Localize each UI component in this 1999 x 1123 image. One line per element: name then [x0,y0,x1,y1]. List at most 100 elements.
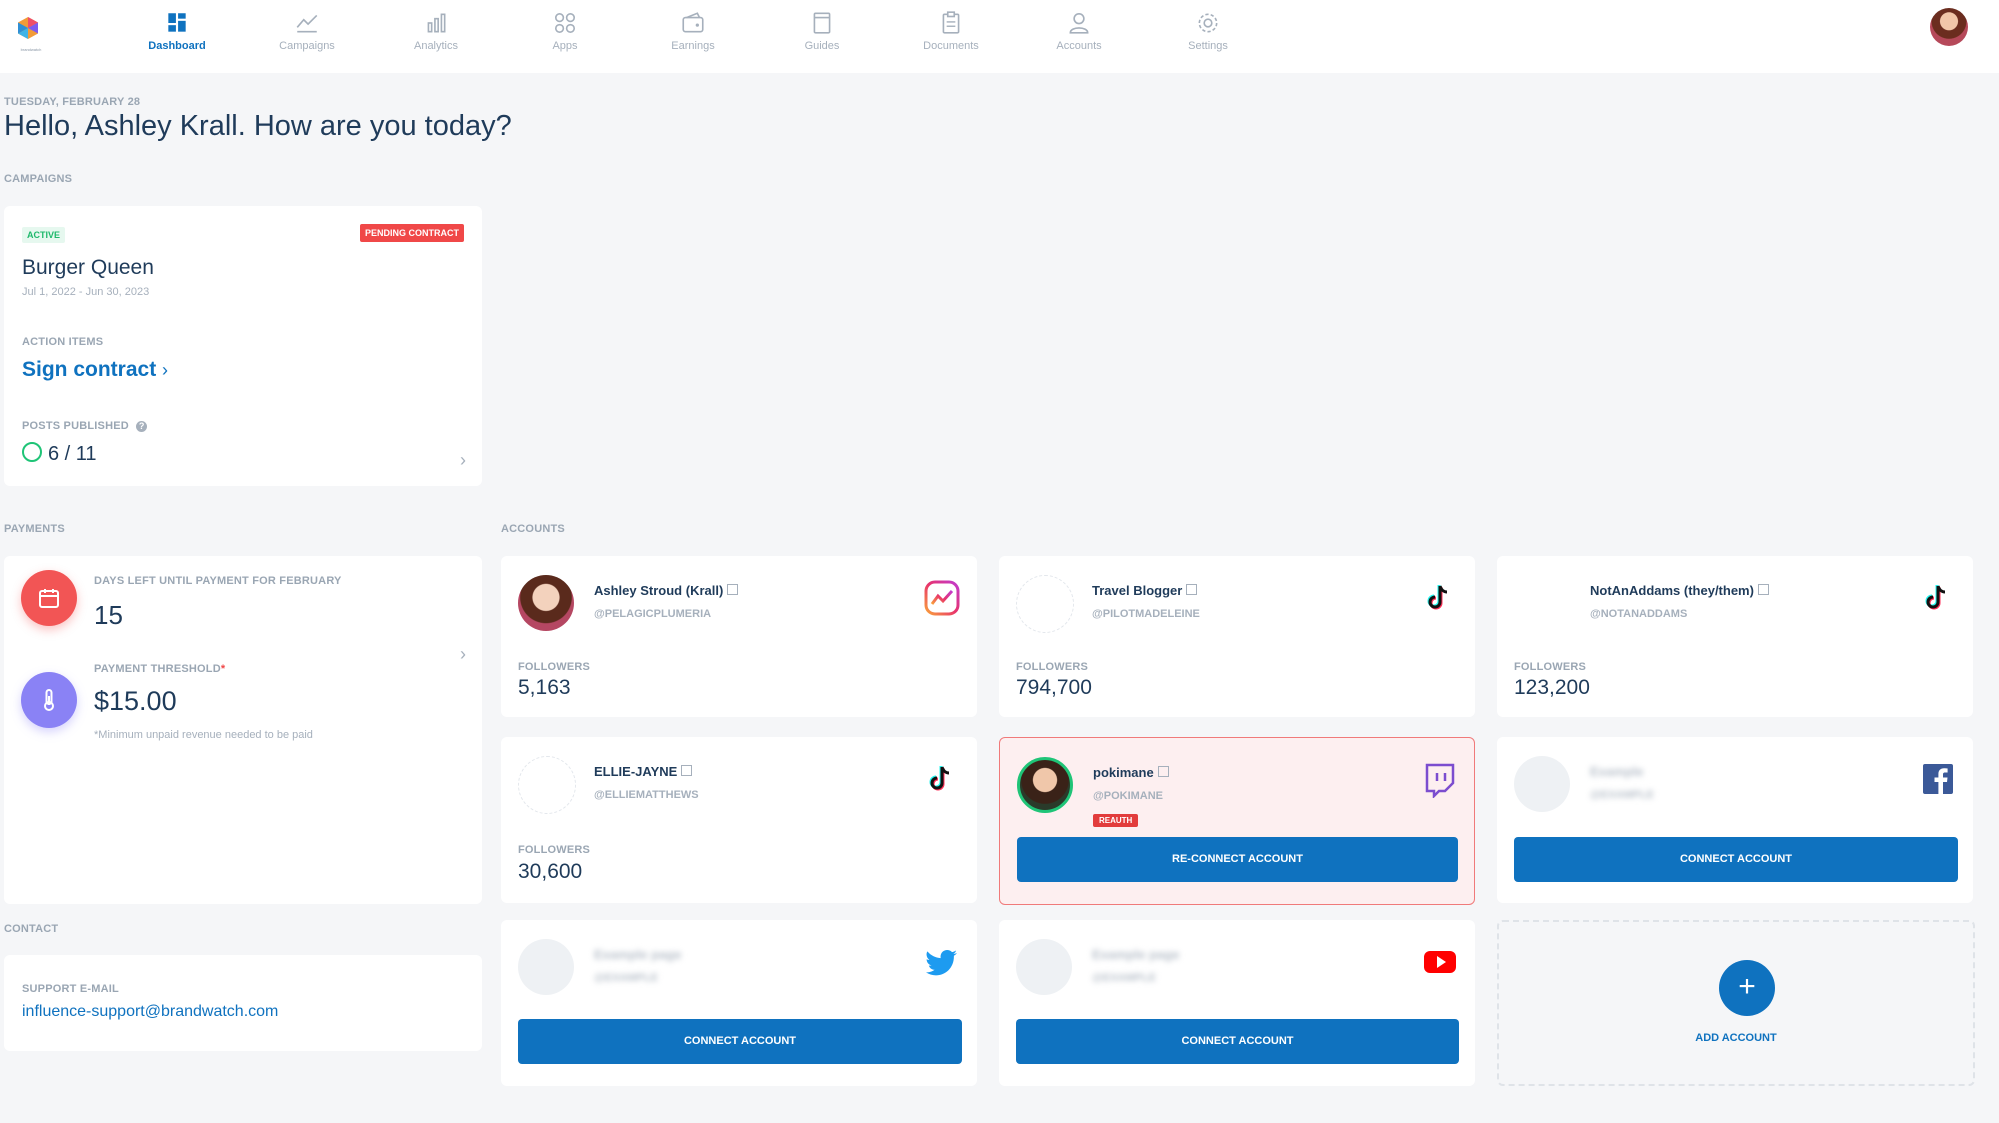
dashboard-icon [168,13,186,32]
nav-guides[interactable]: Guides [767,10,877,52]
account-name: Example [1590,764,1644,779]
account-card[interactable]: Travel Blogger @PILOTMADELEINE FOLLOWERS… [999,556,1475,717]
support-email-label: SUPPORT E-MAIL [22,983,119,995]
sign-contract-label: Sign contract [22,358,157,381]
followers-count: 5,163 [518,676,571,699]
payments-card[interactable]: DAYS LEFT UNTIL PAYMENT FOR FEBRUARY 15 … [4,556,482,904]
add-account-label[interactable]: ADD ACCOUNT [1499,1032,1973,1044]
campaigns-section-title: CAMPAIGNS [4,173,73,185]
connect-account-button[interactable]: CONNECT ACCOUNT [1016,1019,1459,1064]
posts-count: 6 / 11 [48,443,97,465]
campaign-card[interactable]: ACTIVE PENDING CONTRACT Burger Queen Jul… [4,206,482,486]
account-card[interactable]: Example page @EXAMPLE CONNECT ACCOUNT [999,920,1475,1086]
reconnect-account-button[interactable]: RE-CONNECT ACCOUNT [1017,837,1458,882]
calendar-icon [21,570,77,626]
followers-count: 123,200 [1514,676,1590,699]
account-handle: @EXAMPLE [1092,972,1156,984]
contact-card: SUPPORT E-MAIL influence-support@brandwa… [4,955,482,1051]
nav-accounts[interactable]: Accounts [1024,10,1134,52]
account-name: Example page [1092,947,1180,962]
account-name-text: ELLIE-JAYNE [594,764,678,779]
account-handle: @NOTANADDAMS [1590,608,1688,620]
followers-label: FOLLOWERS [1016,661,1089,673]
account-avatar [1514,756,1570,812]
help-icon[interactable]: ? [136,420,148,432]
connect-account-button[interactable]: CONNECT ACCOUNT [518,1019,962,1064]
nav-label: Guides [804,40,840,52]
book-icon [813,12,831,34]
account-name-text: NotAnAddams (they/them) [1590,583,1754,598]
posts-published-label: POSTS PUBLISHED ? [22,420,148,432]
brand-logo-text: brandwatch [20,47,42,52]
twitter-icon [925,949,957,976]
nav-dashboard[interactable]: Dashboard [122,10,232,52]
chevron-right-icon: › [162,360,169,380]
external-link-icon [681,765,693,776]
external-link-icon [1186,584,1198,595]
contact-section-title: CONTACT [4,923,59,935]
sign-contract-link[interactable]: Sign contract › [22,358,168,382]
user-avatar[interactable] [1930,8,1968,46]
payment-threshold-label-text: PAYMENT THRESHOLD [94,663,221,675]
support-email-link[interactable]: influence-support@brandwatch.com [22,1003,278,1021]
followers-label: FOLLOWERS [518,661,591,673]
external-link-icon [1157,766,1169,777]
account-avatar [518,575,574,631]
instagram-icon [924,580,960,616]
chevron-right-icon[interactable]: › [460,450,466,471]
account-name[interactable]: Ashley Stroud (Krall) [594,583,739,598]
accounts-section-title: ACCOUNTS [501,523,565,535]
account-card-reauth[interactable]: pokimane @POKIMANE REAUTH RE-CONNECT ACC… [999,737,1475,905]
account-name-text: Travel Blogger [1092,583,1183,598]
account-name[interactable]: ELLIE-JAYNE [594,764,693,779]
account-name[interactable]: Travel Blogger [1092,583,1198,598]
payment-threshold-value: $15.00 [94,686,177,716]
campaigns-icon [296,14,318,33]
status-badge: ACTIVE [22,227,66,243]
nav-label: Campaigns [279,40,335,52]
reauth-badge: REAUTH [1093,814,1139,827]
nav-label: Earnings [671,40,715,52]
account-avatar [1016,939,1072,995]
account-handle: @ELLIEMATTHEWS [594,789,699,801]
facebook-icon [1923,764,1953,794]
account-card[interactable]: Example @EXAMPLE CONNECT ACCOUNT [1497,737,1973,903]
nav-documents[interactable]: Documents [896,10,1006,52]
current-date: TUESDAY, FEBRUARY 28 [4,96,141,108]
nav-label: Analytics [413,40,459,52]
account-card[interactable]: NotAnAddams (they/them) @NOTANADDAMS FOL… [1497,556,1973,717]
plus-icon[interactable]: + [1719,960,1775,1016]
nav-label: Accounts [1056,40,1102,52]
account-avatar [1016,575,1074,633]
add-account-card[interactable]: + ADD ACCOUNT [1497,920,1975,1086]
top-nav: brandwatch Dashboard Campaigns Analytics… [0,0,1999,73]
progress-ring-icon [22,442,42,462]
tiktok-icon [1925,585,1946,610]
nav-settings[interactable]: Settings [1153,10,1263,52]
nav-label: Apps [552,40,578,52]
account-avatar [518,939,574,995]
nav-earnings[interactable]: Earnings [638,10,748,52]
account-name[interactable]: NotAnAddams (they/them) [1590,583,1769,598]
external-link-icon [727,584,739,595]
payment-threshold-note: *Minimum unpaid revenue needed to be pai… [94,729,313,741]
connect-account-button[interactable]: CONNECT ACCOUNT [1514,837,1958,882]
nav-analytics[interactable]: Analytics [381,10,491,52]
account-avatar [518,756,576,814]
campaign-dates: Jul 1, 2022 - Jun 30, 2023 [22,286,150,298]
account-card[interactable]: Ashley Stroud (Krall) @PELAGICPLUMERIA F… [501,556,977,717]
nav-apps[interactable]: Apps [510,10,620,52]
account-card[interactable]: Example page @EXAMPLE CONNECT ACCOUNT [501,920,977,1086]
greeting-heading: Hello, Ashley Krall. How are you today? [4,110,512,142]
account-avatar [1514,575,1570,631]
payment-threshold-label: PAYMENT THRESHOLD* [94,663,226,675]
account-name[interactable]: pokimane [1093,765,1169,780]
account-name-text: pokimane [1093,765,1154,780]
days-left-label: DAYS LEFT UNTIL PAYMENT FOR FEBRUARY [94,575,342,587]
chevron-right-icon[interactable]: › [460,644,466,665]
brand-logo[interactable]: brandwatch [16,16,46,52]
account-handle: @POKIMANE [1093,790,1164,802]
account-card[interactable]: ELLIE-JAYNE @ELLIEMATTHEWS FOLLOWERS 30,… [501,737,977,903]
account-handle: @PILOTMADELEINE [1092,608,1200,620]
nav-campaigns[interactable]: Campaigns [252,10,362,52]
